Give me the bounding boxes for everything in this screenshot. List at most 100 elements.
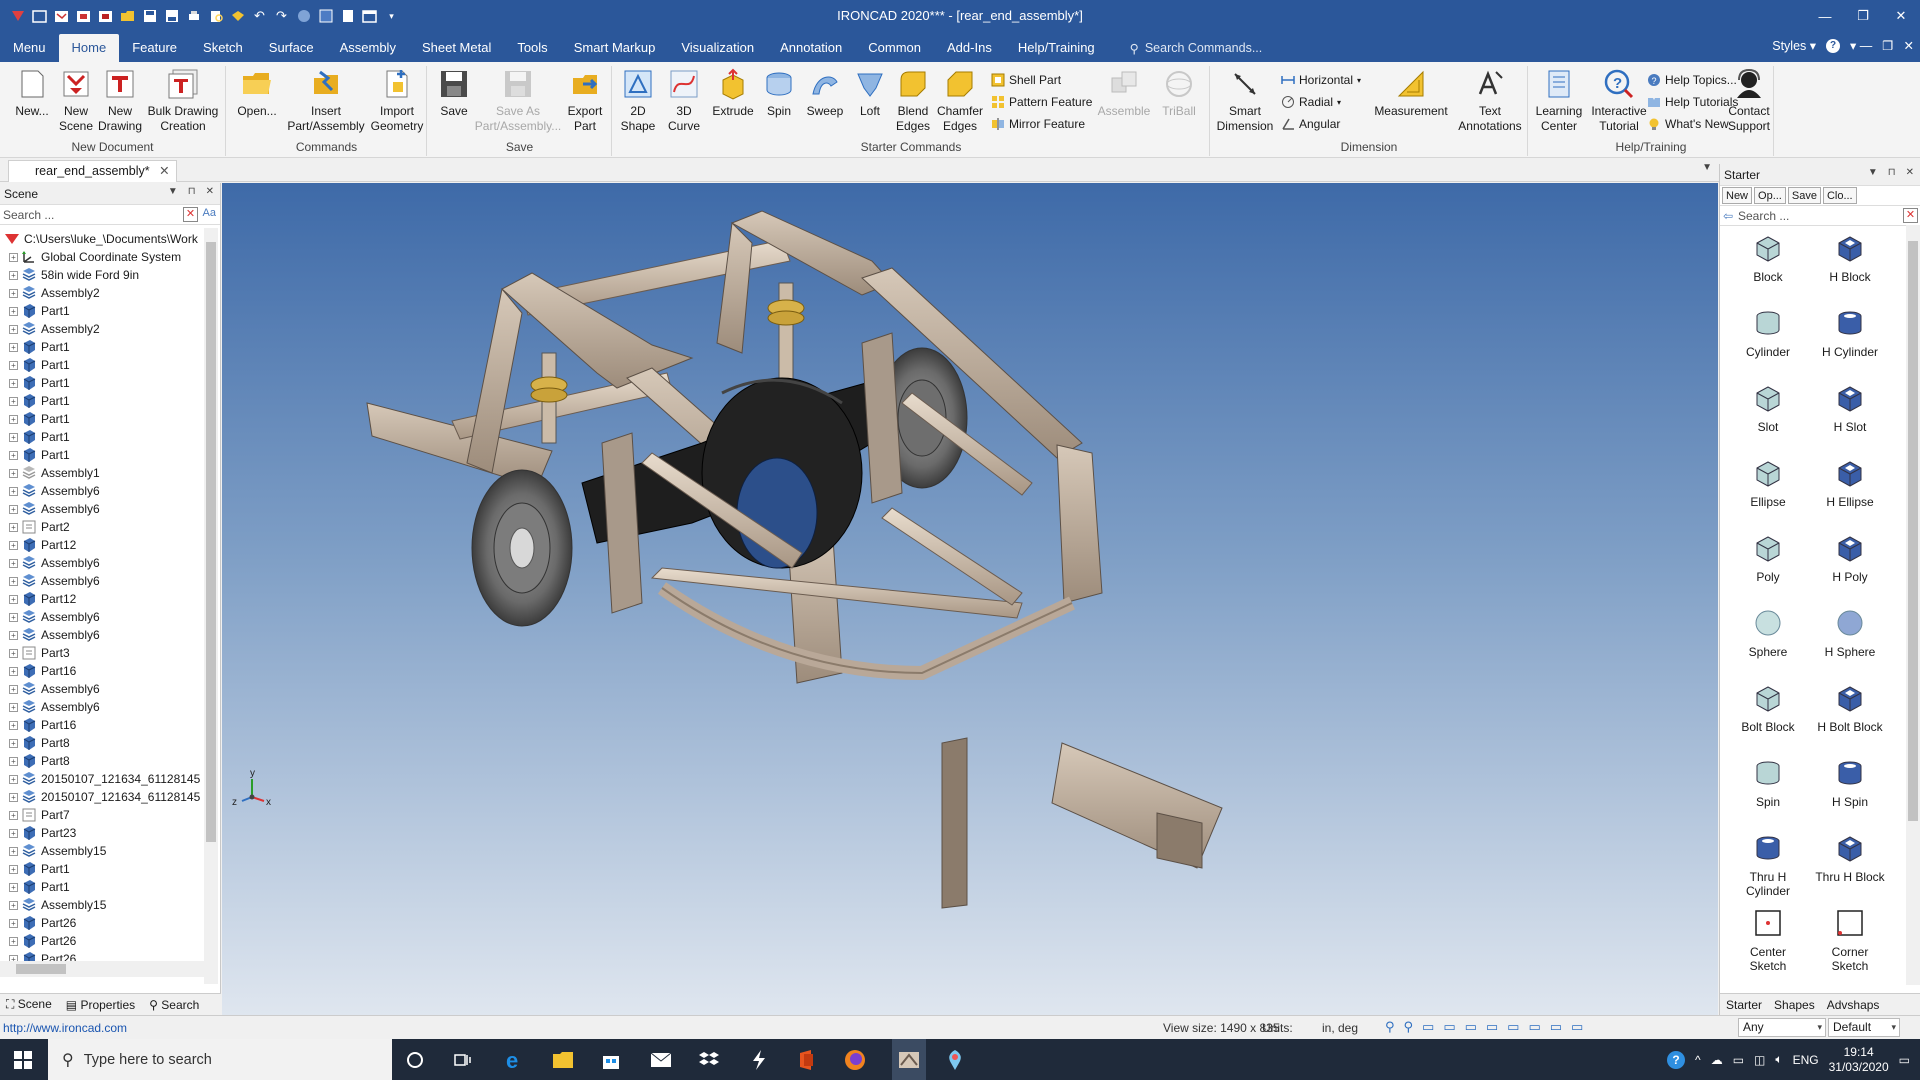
measurement-button[interactable]: Measurement: [1371, 68, 1451, 119]
import-geometry-button[interactable]: Import Geometry: [371, 68, 423, 134]
tree-item[interactable]: + Part7: [0, 806, 204, 824]
catalog-item[interactable]: Cylinder: [1728, 308, 1808, 359]
tab-add-ins[interactable]: Add-Ins: [934, 34, 1005, 62]
catalog-save-button[interactable]: Save: [1787, 187, 1821, 204]
expand-toggle-icon[interactable]: +: [9, 522, 18, 532]
expand-toggle-icon[interactable]: +: [9, 630, 18, 640]
taskbar-search[interactable]: ⚲ Type here to search: [48, 1039, 392, 1080]
tree-item[interactable]: + Part1: [0, 356, 204, 374]
catalog-item[interactable]: H Ellipse: [1810, 458, 1890, 509]
pattern-feature-button[interactable]: Pattern Feature: [991, 92, 1092, 112]
help-tray-icon[interactable]: ?: [1667, 1050, 1686, 1069]
expand-toggle-icon[interactable]: +: [9, 378, 18, 388]
expand-toggle-icon[interactable]: +: [9, 738, 18, 748]
print-preview-icon[interactable]: [206, 7, 225, 26]
bulk-drawing-icon[interactable]: [96, 7, 115, 26]
tab-annotation[interactable]: Annotation: [767, 34, 855, 62]
tree-item[interactable]: +20150107_121634_61128145: [0, 788, 204, 806]
tree-item[interactable]: + Part1: [0, 878, 204, 896]
expand-toggle-icon[interactable]: +: [9, 414, 18, 424]
catalog-item[interactable]: H Poly: [1810, 533, 1890, 584]
tree-item[interactable]: + Part8: [0, 752, 204, 770]
catalog-item[interactable]: H Spin: [1810, 758, 1890, 809]
expand-toggle-icon[interactable]: +: [9, 756, 18, 766]
cortana-icon[interactable]: [402, 1047, 428, 1073]
tree-item[interactable]: + Part1: [0, 428, 204, 446]
assemble-button[interactable]: Assemble: [1097, 68, 1151, 119]
expand-toggle-icon[interactable]: +: [9, 252, 18, 262]
panel-dropdown-icon[interactable]: ▼: [168, 186, 178, 197]
print-icon[interactable]: [184, 7, 203, 26]
tree-item[interactable]: + Part1: [0, 410, 204, 428]
expand-toggle-icon[interactable]: +: [9, 360, 18, 370]
catalog-item[interactable]: Slot: [1728, 383, 1808, 434]
new-scene-icon[interactable]: [52, 7, 71, 26]
display-icon[interactable]: ▭: [1733, 1053, 1744, 1067]
tree-item[interactable]: + Assembly6: [0, 698, 204, 716]
shell-part-button[interactable]: Shell Part: [991, 70, 1061, 90]
text-annotations-button[interactable]: Text Annotations: [1455, 68, 1525, 134]
document-tab[interactable]: rear_end_assembly* ✕: [8, 160, 177, 182]
page-icon[interactable]: [338, 7, 357, 26]
tab-smart-markup[interactable]: Smart Markup: [561, 34, 669, 62]
expand-toggle-icon[interactable]: +: [9, 450, 18, 460]
firefox-icon[interactable]: [842, 1047, 868, 1073]
style-select[interactable]: Default ▾: [1828, 1018, 1900, 1037]
expand-toggle-icon[interactable]: +: [9, 864, 18, 874]
learning-center-button[interactable]: Learning Center: [1533, 68, 1585, 134]
catalog-new-button[interactable]: New: [1722, 187, 1753, 204]
bulk-drawing-button[interactable]: Bulk Drawing Creation: [144, 68, 222, 134]
tree-item[interactable]: + Assembly2: [0, 320, 204, 338]
smart-dimension-button[interactable]: Smart Dimension: [1215, 68, 1275, 134]
expand-toggle-icon[interactable]: +: [9, 684, 18, 694]
new-icon[interactable]: [30, 7, 49, 26]
tree-item[interactable]: + Part1: [0, 392, 204, 410]
tree-item[interactable]: + Part23: [0, 824, 204, 842]
tab-scene[interactable]: ⛶ Scene: [6, 997, 52, 1012]
expand-toggle-icon[interactable]: +: [9, 900, 18, 910]
catalog-item[interactable]: H Block: [1810, 233, 1890, 284]
help-topics-button[interactable]: ? Help Topics...: [1647, 70, 1737, 90]
expand-toggle-icon[interactable]: +: [9, 324, 18, 334]
panel-dropdown-icon[interactable]: ▼: [1868, 167, 1878, 178]
expand-toggle-icon[interactable]: +: [9, 540, 18, 550]
ribbon-options-icon[interactable]: ▾ —: [1850, 38, 1872, 53]
tree-item[interactable]: + Assembly6: [0, 572, 204, 590]
volume-icon[interactable]: 🔈︎: [1775, 1052, 1782, 1067]
tree-item[interactable]: + Part1: [0, 446, 204, 464]
clock[interactable]: 19:14 31/03/2020: [1829, 1045, 1889, 1075]
selection-filter-select[interactable]: Any ▾: [1738, 1018, 1826, 1037]
catalog-item[interactable]: Bolt Block: [1728, 683, 1808, 734]
catalog-item[interactable]: Corner Sketch: [1810, 908, 1890, 973]
task-view-icon[interactable]: [450, 1047, 476, 1073]
new-drawing-icon[interactable]: [74, 7, 93, 26]
grid-icon[interactable]: [316, 7, 335, 26]
help-icon[interactable]: ?: [1826, 38, 1841, 53]
tab-starter[interactable]: Starter: [1726, 998, 1762, 1012]
close-tab-icon[interactable]: ✕: [159, 161, 169, 182]
expand-toggle-icon[interactable]: +: [9, 558, 18, 568]
expand-toggle-icon[interactable]: +: [9, 432, 18, 442]
panel-close-icon[interactable]: ✕: [1906, 167, 1914, 178]
expand-toggle-icon[interactable]: +: [9, 918, 18, 928]
redo-icon[interactable]: ↷: [272, 7, 291, 26]
tree-item[interactable]: + Part1: [0, 374, 204, 392]
expand-toggle-icon[interactable]: +: [9, 828, 18, 838]
tree-item[interactable]: + Part1: [0, 860, 204, 878]
expand-toggle-icon[interactable]: +: [9, 666, 18, 676]
store-icon[interactable]: [598, 1047, 624, 1073]
save-icon[interactable]: [140, 7, 159, 26]
catalog-item[interactable]: Poly: [1728, 533, 1808, 584]
mdi-close-icon[interactable]: ✕: [1904, 38, 1914, 53]
new-button[interactable]: New...: [10, 68, 54, 119]
tab-home[interactable]: Home: [58, 34, 120, 62]
tree-item[interactable]: + Assembly6: [0, 626, 204, 644]
tree-item[interactable]: + Part2: [0, 518, 204, 536]
windows-start-icon[interactable]: [10, 1047, 36, 1073]
network-icon[interactable]: ◫: [1754, 1053, 1765, 1067]
undo-icon[interactable]: ↶: [250, 7, 269, 26]
3d-viewport[interactable]: y x z: [222, 183, 1718, 1015]
expand-toggle-icon[interactable]: +: [9, 702, 18, 712]
tab-feature[interactable]: Feature: [119, 34, 190, 62]
tree-item[interactable]: + Assembly15: [0, 896, 204, 914]
